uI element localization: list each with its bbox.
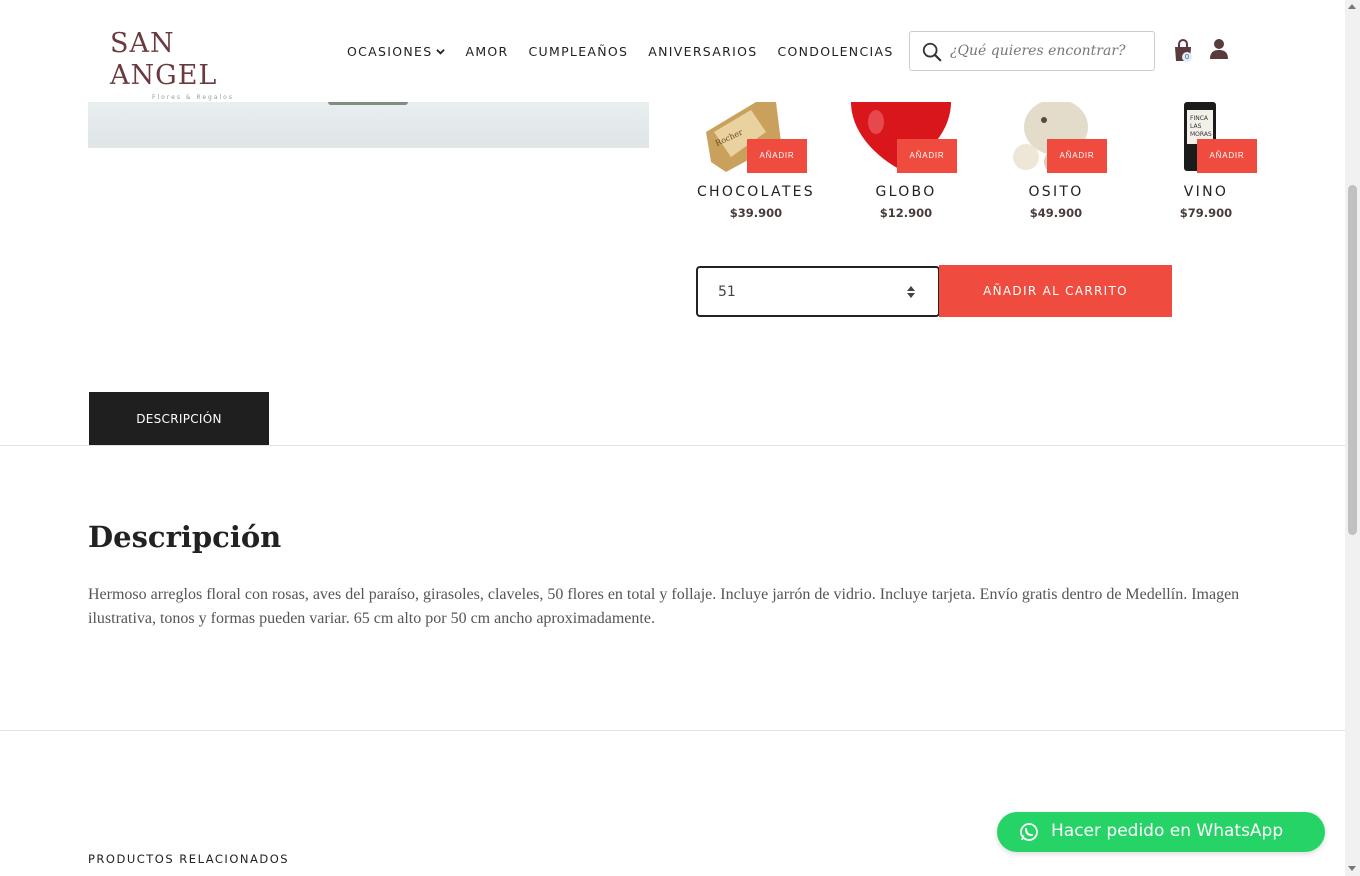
logo-tagline: Flores & Regalos [152,94,234,101]
search-icon[interactable] [921,41,943,63]
addon-chocolates: Rocher AÑADIR CHOCOLATES $39.900 [696,102,826,227]
addon-osito: AÑADIR OSITO $49.900 [996,102,1126,227]
vase-base [328,102,408,105]
addon-name: GLOBO [875,184,937,200]
related-products-title: PRODUCTOS RELACIONADOS [88,852,290,866]
addon-add-button[interactable]: AÑADIR [897,139,957,173]
scroll-up-arrow[interactable] [1348,4,1356,9]
nav-item-aniversarios[interactable]: ANIVERSARIOS [648,44,757,59]
scroll-thumb[interactable] [1348,185,1357,535]
addon-name: CHOCOLATES [696,184,815,200]
tab-divider [0,445,1345,446]
svg-text:LAS: LAS [1190,123,1202,130]
nav-item-cumpleanos[interactable]: CUMPLEAÑOS [529,44,629,59]
quantity-field [696,266,940,317]
nav-item-label: OCASIONES [347,44,433,59]
description-title: Descripción [88,520,282,554]
nav-item-ocasiones[interactable]: OCASIONES [347,44,446,59]
site-header: SAN ANGEL Flores & Regalos OCASIONES AMO… [0,0,1345,102]
tab-description[interactable]: DESCRIPCIÓN [89,392,269,446]
cart-count-badge: 0 [1182,52,1192,62]
nav-item-amor[interactable]: AMOR [465,44,508,59]
whatsapp-icon [1020,823,1038,841]
addon-products: Rocher AÑADIR CHOCOLATES $39.900 AÑADIR … [690,102,1270,227]
scroll-down-arrow[interactable] [1348,866,1356,871]
page-scrollbar[interactable] [1345,0,1360,876]
section-divider [0,730,1345,731]
quantity-stepper[interactable] [905,284,917,300]
product-image[interactable] [88,102,649,148]
addon-price: $12.900 [879,206,933,220]
main-nav: OCASIONES AMOR CUMPLEAÑOS ANIVERSARIOS C… [347,44,914,59]
whatsapp-label: Hacer pedido en WhatsApp [1051,821,1284,841]
quantity-input[interactable] [718,282,878,302]
nav-item-condolencias[interactable]: CONDOLENCIAS [777,44,893,59]
addon-name: OSITO [1028,184,1084,200]
svg-text:MORAS: MORAS [1190,131,1212,138]
user-icon[interactable] [1209,38,1229,60]
addon-price: $79.900 [1179,206,1233,220]
description-text: Hermoso arreglos floral con rosas, aves … [88,586,1240,627]
whatsapp-order-button[interactable]: Hacer pedido en WhatsApp [997,812,1325,852]
chevron-down-icon [436,49,446,55]
addon-add-button[interactable]: AÑADIR [1047,139,1107,173]
addon-add-button[interactable]: AÑADIR [747,139,807,173]
addon-globo: AÑADIR GLOBO $12.900 [846,102,976,227]
addon-price: $39.900 [729,206,783,220]
search-box [909,31,1155,71]
add-to-cart-button[interactable]: AÑADIR AL CARRITO [939,265,1172,317]
logo-name: SAN ANGEL [110,28,218,91]
addon-vino: FINCA LAS MORAS AÑADIR VINO $79.900 [1146,102,1276,227]
site-logo[interactable]: SAN ANGEL Flores & Regalos [110,28,280,101]
addon-price: $49.900 [1029,206,1083,220]
addon-name: VINO [1183,184,1229,200]
search-input[interactable] [950,33,1150,69]
addon-add-button[interactable]: AÑADIR [1197,139,1257,173]
svg-text:FINCA: FINCA [1190,115,1209,122]
